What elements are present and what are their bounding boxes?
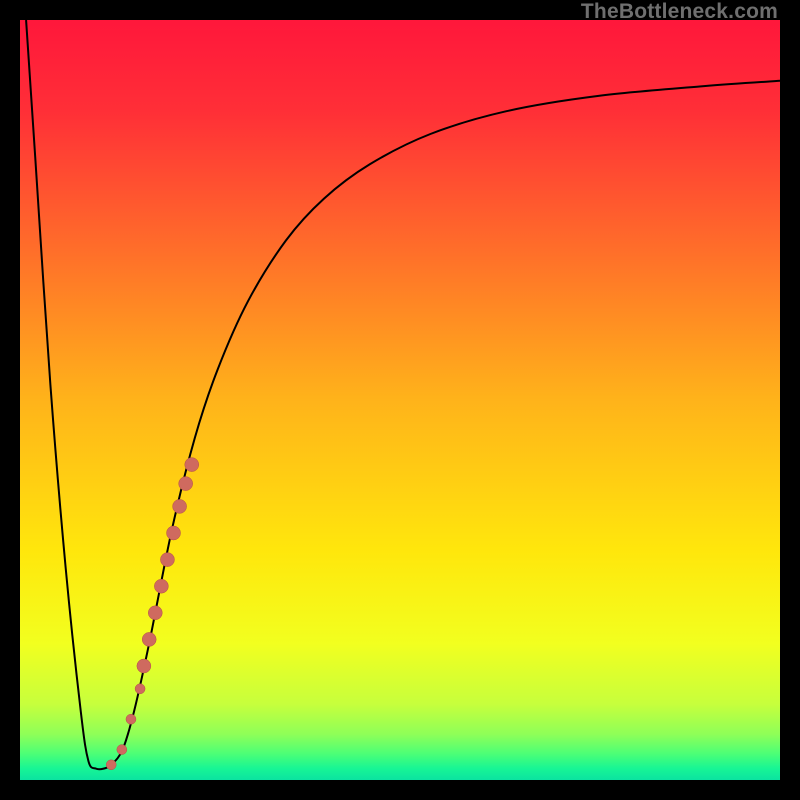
curve-marker-dot [154,579,168,593]
curve-marker-dot [167,526,181,540]
plot-area [20,20,780,780]
curve-marker-dot [179,477,193,491]
bottleneck-chart [20,20,780,780]
curve-marker-dot [173,499,187,513]
curve-marker-dot [106,760,116,770]
curve-marker-dot [137,659,151,673]
curve-marker-dot [126,714,136,724]
curve-marker-dot [117,745,127,755]
chart-frame: TheBottleneck.com [0,0,800,800]
curve-marker-dot [160,553,174,567]
curve-marker-dot [135,684,145,694]
gradient-background [20,20,780,780]
curve-marker-dot [185,458,199,472]
watermark-label: TheBottleneck.com [581,0,778,24]
curve-marker-dot [142,632,156,646]
curve-marker-dot [148,606,162,620]
